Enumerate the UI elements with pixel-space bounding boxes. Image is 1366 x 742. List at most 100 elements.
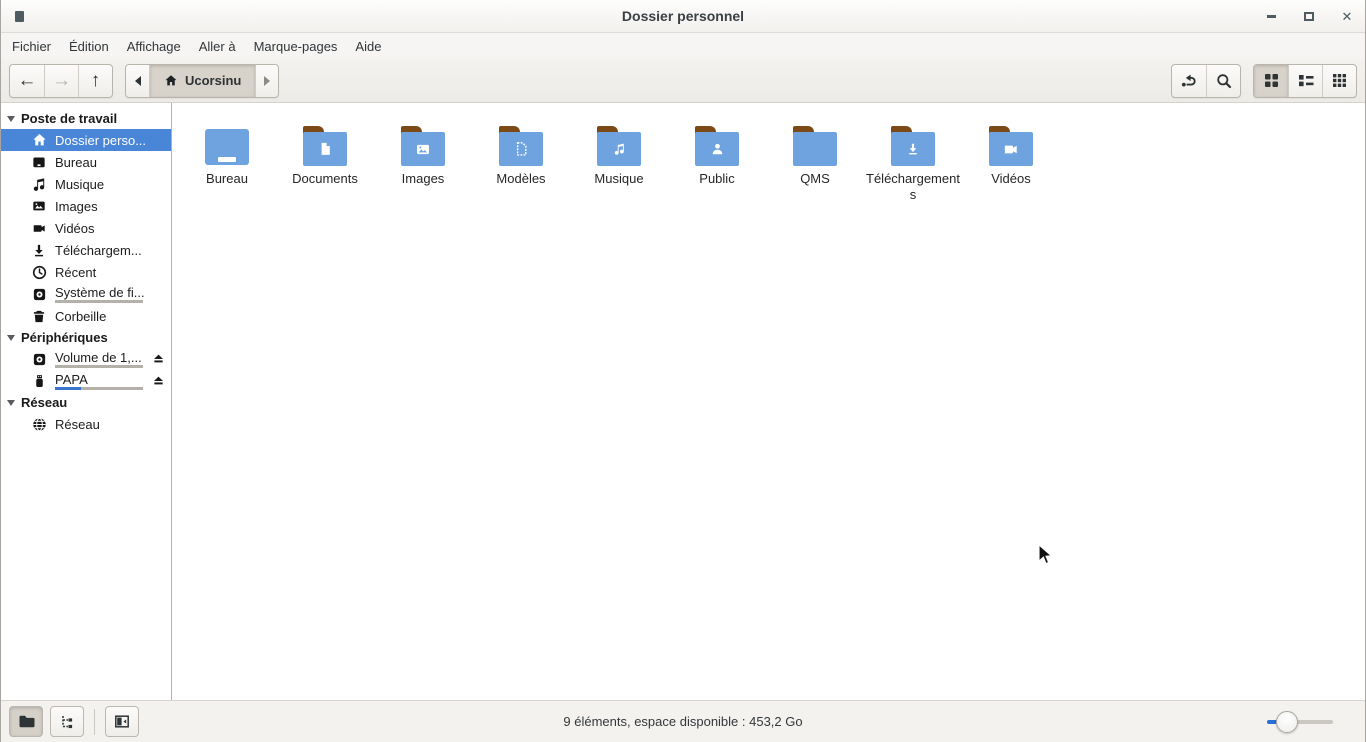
folder-icon bbox=[399, 126, 447, 166]
usb-icon bbox=[31, 373, 47, 389]
folder-documents[interactable]: Documents bbox=[276, 126, 374, 203]
search-icon bbox=[1216, 73, 1232, 89]
folder-label: Bureau bbox=[206, 171, 248, 187]
sidebar-item-images[interactable]: Images bbox=[1, 195, 171, 217]
menu-aide[interactable]: Aide bbox=[346, 35, 390, 58]
sidebar-item-systeme-de-fi[interactable]: Système de fi... bbox=[1, 283, 171, 305]
folder-videos[interactable]: Vidéos bbox=[962, 126, 1060, 203]
menu-aller-a[interactable]: Aller à bbox=[190, 35, 245, 58]
folder-label: Images bbox=[402, 171, 445, 187]
maximize-button[interactable] bbox=[1301, 9, 1317, 25]
sidebar-item-volume-de-1[interactable]: Volume de 1,... bbox=[1, 348, 171, 370]
breadcrumb-left-button[interactable] bbox=[126, 65, 149, 97]
expander-triangle-icon bbox=[7, 400, 15, 406]
sidebar-item-videos[interactable]: Vidéos bbox=[1, 217, 171, 239]
list-view-button[interactable] bbox=[1288, 65, 1322, 97]
folder-icon bbox=[791, 126, 839, 166]
sidebar-item-telechargem[interactable]: Téléchargem... bbox=[1, 239, 171, 261]
folder-public[interactable]: Public bbox=[668, 126, 766, 203]
folder-label: Téléchargements bbox=[866, 171, 960, 203]
sidebar-item-musique[interactable]: Musique bbox=[1, 173, 171, 195]
video-icon bbox=[31, 220, 47, 236]
sidebar-section-header[interactable]: Réseau bbox=[1, 392, 171, 413]
menu-edition[interactable]: Édition bbox=[60, 35, 118, 58]
titlebar: Dossier personnel ✕ bbox=[1, 0, 1365, 33]
folder-label: Musique bbox=[594, 171, 643, 187]
download-icon bbox=[31, 242, 47, 258]
sidebar-item-label: Téléchargem... bbox=[55, 243, 142, 258]
menu-affichage[interactable]: Affichage bbox=[118, 35, 190, 58]
statusbar-separator bbox=[94, 709, 95, 735]
breadcrumb-current-label: Ucorsinu bbox=[185, 73, 241, 88]
search-button[interactable] bbox=[1206, 65, 1240, 97]
folder-modeles[interactable]: Modèles bbox=[472, 126, 570, 203]
menubar: FichierÉditionAffichageAller àMarque-pag… bbox=[1, 33, 1365, 59]
forward-arrow-icon: → bbox=[52, 71, 71, 90]
file-manager-window: Dossier personnel ✕ FichierÉditionAffich… bbox=[0, 0, 1366, 742]
folder-images[interactable]: Images bbox=[374, 126, 472, 203]
sidebar-item-recent[interactable]: Récent bbox=[1, 261, 171, 283]
eject-button[interactable] bbox=[151, 351, 166, 366]
globe-icon bbox=[31, 416, 47, 432]
menu-fichier[interactable]: Fichier bbox=[3, 35, 60, 58]
statusbar: 9 éléments, espace disponible : 453,2 Go bbox=[1, 700, 1365, 742]
zoom-slider[interactable] bbox=[1267, 710, 1333, 734]
folder-grid: Bureau Documents Images Modèles Musique Publi… bbox=[172, 103, 1365, 203]
forward-button[interactable]: → bbox=[44, 65, 78, 97]
expander-triangle-icon bbox=[7, 335, 15, 341]
back-arrow-icon: ← bbox=[18, 71, 37, 90]
sidebar-item-dossier-perso[interactable]: Dossier perso... bbox=[1, 129, 171, 151]
folder-musique[interactable]: Musique bbox=[570, 126, 668, 203]
compact-view-icon bbox=[1332, 73, 1347, 88]
folder-telechargements[interactable]: Téléchargements bbox=[864, 126, 962, 203]
tree-pane-button[interactable] bbox=[50, 706, 84, 737]
hide-sidepane-button[interactable] bbox=[105, 706, 139, 737]
home-icon bbox=[31, 132, 47, 148]
eject-button[interactable] bbox=[151, 373, 166, 388]
minimize-button[interactable] bbox=[1263, 9, 1279, 25]
template-emblem-icon bbox=[515, 142, 528, 156]
folder-label: Modèles bbox=[496, 171, 545, 187]
disk-icon bbox=[31, 286, 47, 302]
location-search-group bbox=[1171, 64, 1241, 98]
folder-label: Documents bbox=[292, 171, 358, 187]
sidebar-section-header[interactable]: Périphériques bbox=[1, 327, 171, 348]
zoom-slider-handle[interactable] bbox=[1276, 711, 1298, 733]
menu-marque-pages[interactable]: Marque-pages bbox=[245, 35, 347, 58]
folder-icon bbox=[595, 126, 643, 166]
sidebar-item-label: Vidéos bbox=[55, 221, 95, 236]
sidebar-item-papa[interactable]: PAPA bbox=[1, 370, 171, 392]
desktop-icon bbox=[31, 154, 47, 170]
sidebar-item-label: Système de fi... bbox=[55, 285, 145, 300]
breadcrumb-current-button[interactable]: Ucorsinu bbox=[149, 65, 255, 97]
folder-label: QMS bbox=[800, 171, 830, 187]
music-icon bbox=[31, 176, 47, 192]
sidebar-item-corbeille[interactable]: Corbeille bbox=[1, 305, 171, 327]
places-pane-button[interactable] bbox=[9, 706, 43, 737]
chevron-left-icon bbox=[133, 75, 143, 87]
file-view[interactable]: Bureau Documents Images Modèles Musique Publi… bbox=[172, 103, 1365, 700]
sidebar-item-label: PAPA bbox=[55, 372, 143, 387]
close-button[interactable]: ✕ bbox=[1339, 9, 1355, 25]
toggle-location-bar-button[interactable] bbox=[1172, 65, 1206, 97]
status-text: 9 éléments, espace disponible : 453,2 Go bbox=[563, 714, 802, 729]
sidebar-section-header[interactable]: Poste de travail bbox=[1, 108, 171, 129]
icon-view-button[interactable] bbox=[1254, 65, 1288, 97]
side-pane-toggle-icon bbox=[114, 714, 130, 729]
sidebar-item-bureau[interactable]: Bureau bbox=[1, 151, 171, 173]
folder-qms[interactable]: QMS bbox=[766, 126, 864, 203]
breadcrumb-right-button[interactable] bbox=[255, 65, 278, 97]
disk-usage-bar bbox=[55, 365, 143, 368]
folder-bureau[interactable]: Bureau bbox=[178, 126, 276, 203]
toolbar: ← → ↑ Ucorsinu bbox=[1, 59, 1365, 103]
sidebar-section-label: Poste de travail bbox=[21, 111, 117, 126]
icon-view-icon bbox=[1264, 73, 1279, 88]
sidebar-item-reseau[interactable]: Réseau bbox=[1, 413, 171, 435]
mouse-cursor bbox=[1038, 544, 1054, 566]
compact-view-button[interactable] bbox=[1322, 65, 1356, 97]
up-button[interactable]: ↑ bbox=[78, 65, 112, 97]
folder-icon bbox=[497, 126, 545, 166]
back-button[interactable]: ← bbox=[10, 65, 44, 97]
trash-icon bbox=[31, 308, 47, 324]
sidebar-item-label: Réseau bbox=[55, 417, 100, 432]
